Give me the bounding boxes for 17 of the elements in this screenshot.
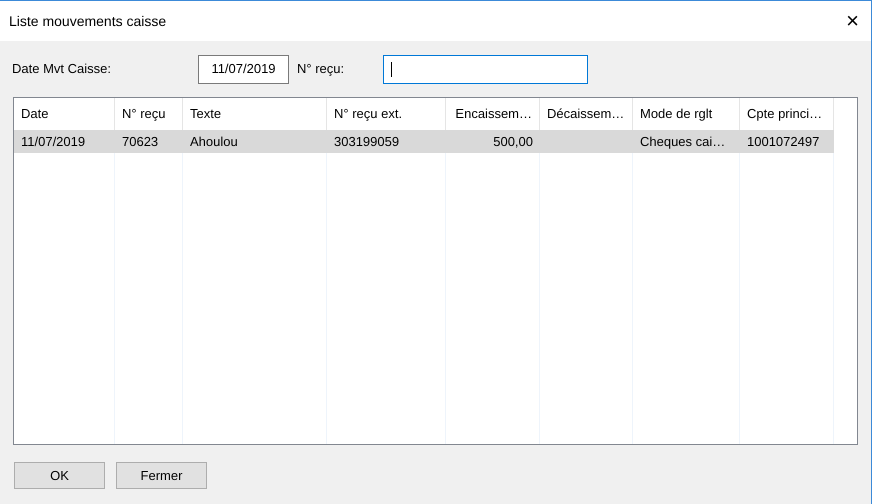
date-field[interactable]: 11/07/2019: [198, 54, 289, 84]
receipt-field[interactable]: [383, 54, 588, 84]
dialog-button[interactable]: Fermer: [116, 462, 207, 489]
field-label: N° reçu:: [297, 60, 346, 78]
table-cell-text: 500,00: [493, 132, 533, 151]
table-cell-text: 70623: [122, 132, 158, 151]
close-button[interactable]: ×: [846, 10, 859, 32]
table-cell-text: 1001072497: [747, 132, 820, 151]
dialog-button[interactable]: OK: [14, 462, 105, 489]
table-cell-text: 303199059: [334, 132, 400, 151]
table-cell-text: Cheques cai…: [640, 132, 726, 151]
text-cursor: [391, 62, 392, 76]
table-cell-text: Ahoulou: [190, 132, 238, 151]
table-row[interactable]: 11/07/2019 70623 Ahoulou 303199059 500,00 Cheques cai… 1001072497: [14, 130, 834, 153]
table-cell-text: 11/07/2019: [21, 132, 86, 151]
window-title: Liste mouvements caisse: [9, 12, 166, 30]
field-label: Date Mvt Caisse:: [12, 60, 112, 78]
